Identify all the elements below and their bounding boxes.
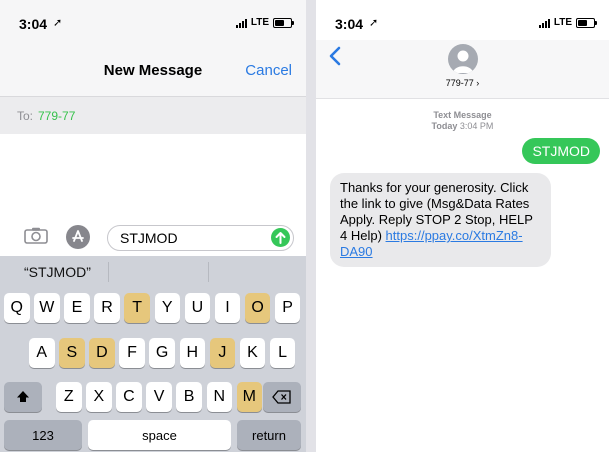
back-chevron-icon[interactable] [329,46,341,66]
to-label: To: [17,109,34,123]
return-key[interactable]: return [237,420,301,450]
prediction-suggestion[interactable]: “STJMOD” [24,264,91,280]
key-q[interactable]: Q [4,293,30,323]
signal-icon [538,18,550,28]
incoming-message[interactable]: Thanks for your generosity. Click the li… [330,173,551,267]
signal-icon [235,18,247,28]
key-i[interactable]: I [214,293,241,323]
key-r[interactable]: R [94,293,120,323]
shift-key[interactable] [4,382,42,412]
numbers-key[interactable]: 123 [4,420,82,450]
compose-body [0,134,306,218]
message-meta: Text Message Today 3:04 PM [316,110,609,132]
message-input-value: STJMOD [120,230,178,246]
key-z[interactable]: Z [56,382,82,412]
status-bar: 3:04 ➚ LTE [0,0,306,40]
key-f[interactable]: F [119,338,145,368]
camera-icon[interactable] [24,227,48,244]
battery-icon [576,17,597,28]
key-l[interactable]: L [269,338,296,368]
key-x[interactable]: X [86,382,112,412]
key-c[interactable]: C [116,382,142,412]
backspace-icon [272,390,291,404]
status-time: 3:04 [335,16,364,32]
key-t[interactable]: T [124,293,150,323]
location-arrow-icon: ➚ [369,17,379,29]
location-arrow-icon: ➚ [53,17,63,29]
delete-key[interactable] [263,382,301,412]
recipient-value[interactable]: 779-77 [38,109,75,123]
key-k[interactable]: K [239,338,266,368]
thread-screen: 3:04 ➚ LTE 779-77 › Text Message Today 3… [316,0,609,452]
app-store-icon[interactable] [66,225,90,249]
keyboard: “STJMOD” Q W E R T Y U I O P A S D F G H J K L Z X C V B N M 123 sp… [0,256,306,452]
key-d[interactable]: D [89,338,115,368]
key-j[interactable]: J [209,338,236,368]
network-type: LTE [553,17,572,28]
key-e[interactable]: E [64,293,90,323]
key-y[interactable]: Y [154,293,180,323]
outgoing-message[interactable]: STJMOD [522,138,600,164]
person-icon [453,50,473,73]
predictive-bar: “STJMOD” [0,256,306,288]
arrow-up-icon [275,232,286,244]
key-w[interactable]: W [34,293,60,323]
key-b[interactable]: B [176,382,202,412]
status-bar: 3:04 ➚ LTE [316,0,609,40]
message-input[interactable]: STJMOD [107,225,294,251]
key-u[interactable]: U [184,293,211,323]
message-time: 3:04 PM [459,121,494,131]
key-p[interactable]: P [274,293,301,323]
battery-icon [273,17,294,28]
message-type: Text Message [433,110,492,120]
compose-screen: 3:04 ➚ LTE New Message Cancel To: 779-77… [0,0,306,452]
space-key[interactable]: space [88,420,231,450]
send-button[interactable] [271,228,290,247]
message-day: Today [431,121,458,131]
key-a[interactable]: A [29,338,55,368]
thread-header: 779-77 › [316,40,609,99]
status-time: 3:04 [19,16,48,32]
message-input-bar: STJMOD [0,218,306,256]
contact-name[interactable]: 779-77 › [316,78,609,88]
key-g[interactable]: G [149,338,175,368]
key-h[interactable]: H [179,338,205,368]
network-type: LTE [250,17,269,28]
key-v[interactable]: V [146,382,172,412]
contact-avatar[interactable] [448,44,478,74]
cancel-button[interactable]: Cancel [245,62,292,79]
key-m[interactable]: M [236,382,263,412]
recipient-field[interactable]: To: 779-77 [0,96,306,136]
compose-header: New Message Cancel [0,40,306,96]
key-o[interactable]: O [244,293,271,323]
key-n[interactable]: N [206,382,232,412]
key-s[interactable]: S [59,338,85,368]
shift-icon [17,391,29,402]
